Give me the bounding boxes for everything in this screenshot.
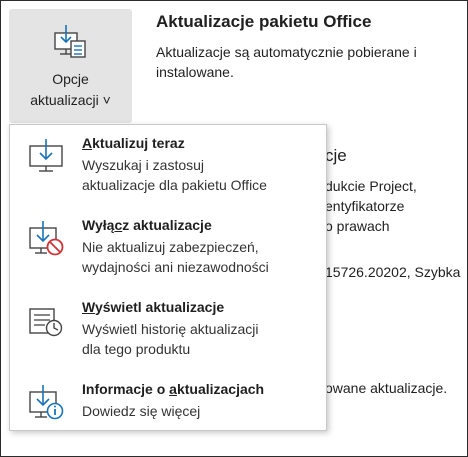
menu-item-about-updates[interactable]: Informacje o aktualizacjach Dowiedz się …: [10, 379, 326, 447]
menu-item-title: Wyłącz aktualizacje: [82, 217, 212, 233]
background-heading-fragment: cje: [325, 146, 347, 165]
section-description-line2: instalowane.: [156, 64, 234, 80]
background-text-line1: dukcie Project,: [325, 178, 417, 194]
menu-item-view-updates[interactable]: Wyświetl aktualizacje Wyświetl historię …: [10, 297, 326, 365]
menu-item-description: Nie aktualizuj zabezpieczeń, wydajności a…: [82, 239, 269, 275]
menu-item-description: Wyszukaj i zastosuj aktualizacje dla paki…: [82, 157, 267, 193]
update-options-label-line2: aktualizacji ˅: [30, 92, 111, 108]
menu-item-title: Informacje o aktualizacjach: [82, 381, 265, 397]
update-options-icon: [54, 25, 86, 58]
section-title: Aktualizacje pakietu Office: [156, 12, 372, 31]
update-options-label-line1: Opcje: [52, 71, 89, 87]
background-text-line4: 15726.20202, Szybka: [325, 264, 461, 280]
about-updates-icon: [29, 385, 64, 420]
menu-item-description: Dowiedz się więcej: [82, 403, 201, 419]
update-options-menu: Aktualizuj teraz Wyszukaj i zastosuj aktu…: [9, 124, 327, 431]
disable-updates-icon: [29, 221, 64, 256]
update-options-button[interactable]: Opcje aktualizacji ˅: [9, 9, 132, 123]
background-text-line5: owane aktualizacje.: [325, 380, 448, 396]
section-description-line1: Aktualizacje są automatycznie pobierane …: [156, 44, 417, 60]
section-description: Aktualizacje są automatycznie pobierane …: [156, 42, 456, 82]
view-updates-icon: [29, 308, 63, 337]
menu-item-description: Wyświetl historię aktualizacji dla tego p…: [82, 321, 259, 357]
menu-item-title: Aktualizuj teraz: [82, 135, 185, 151]
background-text-line3: o prawach: [325, 218, 390, 234]
menu-item-update-now[interactable]: Aktualizuj teraz Wyszukaj i zastosuj aktu…: [10, 133, 326, 201]
menu-item-title: Wyświetl aktualizacje: [82, 299, 225, 315]
update-now-icon: [29, 139, 63, 172]
background-text-line2: entyfikatorze: [325, 198, 405, 214]
menu-item-disable-updates[interactable]: Wyłącz aktualizacje Nie aktualizuj zabez…: [10, 215, 326, 283]
